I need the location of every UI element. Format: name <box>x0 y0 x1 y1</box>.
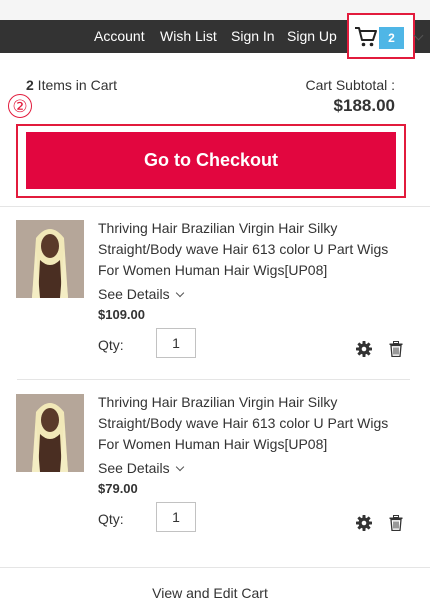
chevron-down-icon <box>175 288 184 298</box>
view-edit-cart-link[interactable]: View and Edit Cart <box>0 585 420 601</box>
nav-signin-link[interactable]: Sign In <box>231 28 275 44</box>
nav-account-link[interactable]: Account <box>94 28 145 44</box>
nav-signup-link[interactable]: Sign Up <box>287 28 337 44</box>
chevron-down-icon <box>175 462 184 472</box>
see-details-label: See Details <box>98 460 170 476</box>
quantity-input[interactable]: 1 <box>156 328 196 358</box>
step-marker: ② <box>8 94 32 118</box>
product-image[interactable] <box>16 394 84 472</box>
see-details-label: See Details <box>98 286 170 302</box>
product-name-link[interactable]: Thriving Hair Brazilian Virgin Hair Silk… <box>98 392 408 455</box>
subtotal-value: $188.00 <box>333 96 395 115</box>
divider <box>17 379 410 380</box>
items-count-number: 2 <box>26 77 34 93</box>
cart-icon <box>355 27 377 47</box>
gear-icon[interactable] <box>356 341 372 357</box>
items-in-cart-text: 2 Items in Cart <box>26 77 117 93</box>
qty-label: Qty: <box>98 511 124 527</box>
minicart-toggle[interactable]: 2 <box>347 13 415 59</box>
qty-label: Qty: <box>98 337 124 353</box>
quantity-input[interactable]: 1 <box>156 502 196 532</box>
divider <box>0 206 430 207</box>
trash-icon[interactable] <box>389 515 403 531</box>
see-details-toggle[interactable]: See Details <box>98 286 184 302</box>
product-image[interactable] <box>16 220 84 298</box>
cart-count-badge: 2 <box>379 27 404 49</box>
items-count-label: Items in Cart <box>33 77 118 93</box>
cart-item: Thriving Hair Brazilian Virgin Hair Silk… <box>0 394 430 554</box>
gear-icon[interactable] <box>356 515 372 531</box>
product-price: $79.00 <box>98 481 138 496</box>
nav-wishlist-link[interactable]: Wish List <box>160 28 217 44</box>
subtotal-label: Cart Subtotal : <box>305 77 396 93</box>
product-name-link[interactable]: Thriving Hair Brazilian Virgin Hair Silk… <box>98 218 408 281</box>
trash-icon[interactable] <box>389 341 403 357</box>
product-price: $109.00 <box>98 307 145 322</box>
cart-item: Thriving Hair Brazilian Virgin Hair Silk… <box>0 220 430 380</box>
see-details-toggle[interactable]: See Details <box>98 460 184 476</box>
go-to-checkout-button[interactable]: Go to Checkout <box>26 132 396 189</box>
checkout-highlight: Go to Checkout <box>16 124 406 198</box>
divider <box>0 567 430 568</box>
